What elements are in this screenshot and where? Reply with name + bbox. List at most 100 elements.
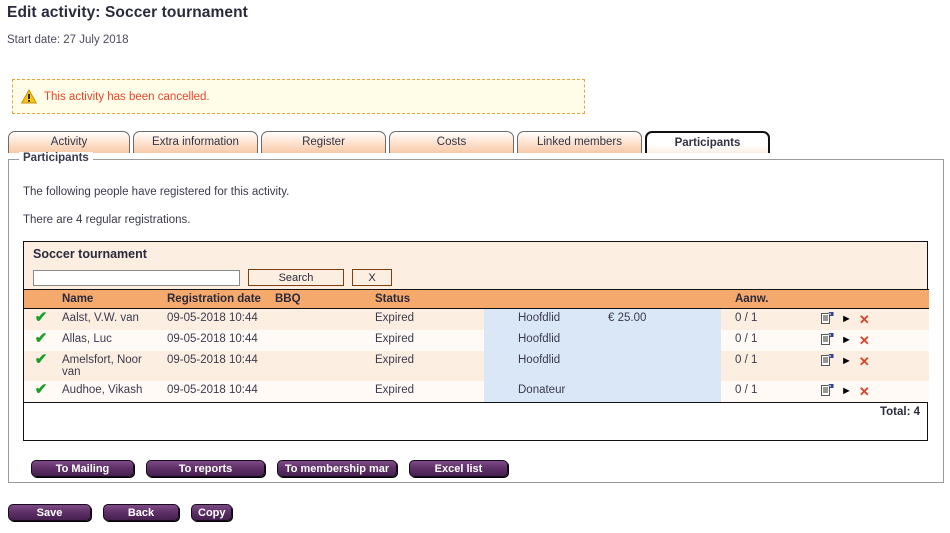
search-row: Search X xyxy=(24,266,927,289)
save-button[interactable]: Save xyxy=(8,504,91,521)
table-row[interactable]: ✔ Audhoe, Vikash 09-05-2018 10:44 Expire… xyxy=(24,381,929,402)
tab-activity[interactable]: Activity xyxy=(8,131,130,153)
check-icon: ✔ xyxy=(34,309,48,326)
page-button-bar: Save Back Copy xyxy=(8,504,244,521)
tab-linked-members[interactable]: Linked members xyxy=(517,131,642,153)
table-row[interactable]: ✔ Allas, Luc 09-05-2018 10:44 Expired Ho… xyxy=(24,330,929,351)
page-title: Edit activity: Soccer tournament xyxy=(7,4,248,21)
cell-actions: ► ✕ xyxy=(811,351,929,381)
total-row: Total: 4 xyxy=(24,402,927,421)
play-icon[interactable]: ► xyxy=(841,314,852,325)
cell-status: Expired xyxy=(371,330,484,351)
play-icon[interactable]: ► xyxy=(841,386,852,397)
cell-actions: ► ✕ xyxy=(811,308,929,330)
to-mailing-button[interactable]: To Mailing xyxy=(31,460,134,477)
search-input[interactable] xyxy=(33,269,240,286)
to-membership-management-button[interactable]: To membership mar xyxy=(277,460,397,477)
cell-aanw: 0 / 1 xyxy=(721,308,811,330)
cell-amount xyxy=(604,381,721,402)
tab-register[interactable]: Register xyxy=(261,131,386,153)
check-icon: ✔ xyxy=(34,381,48,398)
row-check-cell: ✔ xyxy=(24,381,58,402)
cell-amount: € 25.00 xyxy=(604,308,721,330)
row-check-cell: ✔ xyxy=(24,330,58,351)
column-header-check xyxy=(24,289,58,309)
warning-triangle-icon xyxy=(20,88,38,104)
cell-actions: ► ✕ xyxy=(811,330,929,351)
cell-bbq xyxy=(271,308,371,330)
panel-button-bar: To Mailing To reports To membership mar … xyxy=(31,460,520,477)
cell-registration-date: 09-05-2018 10:44 xyxy=(163,330,271,351)
cell-aanw: 0 / 1 xyxy=(721,351,811,381)
cell-aanw: 0 / 1 xyxy=(721,381,811,402)
cell-bbq xyxy=(271,381,371,402)
properties-icon[interactable] xyxy=(821,384,834,399)
cell-registration-date: 09-05-2018 10:44 xyxy=(163,308,271,330)
delete-icon[interactable]: ✕ xyxy=(859,385,870,398)
cell-type: Hoofdlid xyxy=(484,351,604,381)
cell-actions: ► ✕ xyxy=(811,381,929,402)
cell-name: Audhoe, Vikash xyxy=(58,381,163,402)
delete-icon[interactable]: ✕ xyxy=(859,313,870,326)
table-row[interactable]: ✔ Amelsfort, Noor van 09-05-2018 10:44 E… xyxy=(24,351,929,381)
cell-bbq xyxy=(271,351,371,381)
properties-icon[interactable] xyxy=(821,354,834,369)
fieldset-legend: Participants xyxy=(19,152,93,164)
play-icon[interactable]: ► xyxy=(841,356,852,367)
participants-panel: Soccer tournament Search X Name Registra… xyxy=(23,241,929,441)
cell-registration-date: 09-05-2018 10:44 xyxy=(163,381,271,402)
column-header-actions xyxy=(811,289,929,309)
panel-title: Soccer tournament xyxy=(24,242,927,266)
check-icon: ✔ xyxy=(34,351,48,368)
properties-icon[interactable] xyxy=(821,333,834,348)
column-header-registration-date[interactable]: Registration date xyxy=(163,289,271,309)
column-header-bbq[interactable]: BBQ xyxy=(271,289,371,309)
page-root: Edit activity: Soccer tournament Start d… xyxy=(0,0,950,533)
row-check-cell: ✔ xyxy=(24,351,58,381)
column-header-type xyxy=(484,289,604,309)
row-check-cell: ✔ xyxy=(24,308,58,330)
column-header-name[interactable]: Name xyxy=(58,289,163,309)
table-header-row: Name Registration date BBQ Status Aanw. xyxy=(24,289,929,309)
cell-amount xyxy=(604,351,721,381)
properties-icon[interactable] xyxy=(821,312,834,327)
tab-costs[interactable]: Costs xyxy=(389,131,514,153)
cell-registration-date: 09-05-2018 10:44 xyxy=(163,351,271,381)
tab-participants[interactable]: Participants xyxy=(645,131,770,153)
cell-type: Hoofdlid xyxy=(484,308,604,330)
delete-icon[interactable]: ✕ xyxy=(859,334,870,347)
cell-status: Expired xyxy=(371,351,484,381)
copy-button[interactable]: Copy xyxy=(191,504,232,521)
cell-type: Hoofdlid xyxy=(484,330,604,351)
warning-text: This activity has been cancelled. xyxy=(44,90,210,103)
tab-bar: Activity Extra information Register Cost… xyxy=(8,131,773,153)
tab-extra-information[interactable]: Extra information xyxy=(133,131,258,153)
column-header-amount xyxy=(604,289,721,309)
clear-search-button[interactable]: X xyxy=(352,269,392,286)
cell-type: Donateur xyxy=(484,381,604,402)
cell-status: Expired xyxy=(371,308,484,330)
cell-status: Expired xyxy=(371,381,484,402)
table-body: ✔ Aalst, V.W. van 09-05-2018 10:44 Expir… xyxy=(24,308,929,402)
participants-table: Name Registration date BBQ Status Aanw. … xyxy=(24,289,929,402)
play-icon[interactable]: ► xyxy=(841,335,852,346)
excel-list-button[interactable]: Excel list xyxy=(409,460,508,477)
delete-icon[interactable]: ✕ xyxy=(859,355,870,368)
cell-bbq xyxy=(271,330,371,351)
check-icon: ✔ xyxy=(34,330,48,347)
column-header-status[interactable]: Status xyxy=(371,289,484,309)
search-button[interactable]: Search xyxy=(248,269,344,286)
start-date-label: Start date: 27 July 2018 xyxy=(7,34,129,46)
cell-name: Aalst, V.W. van xyxy=(58,308,163,330)
to-reports-button[interactable]: To reports xyxy=(146,460,265,477)
cell-name: Amelsfort, Noor van xyxy=(58,351,163,381)
back-button[interactable]: Back xyxy=(103,504,179,521)
column-header-aanw[interactable]: Aanw. xyxy=(721,289,811,309)
table-row[interactable]: ✔ Aalst, V.W. van 09-05-2018 10:44 Expir… xyxy=(24,308,929,330)
intro-text-2: There are 4 regular registrations. xyxy=(23,214,191,226)
cancelled-warning-banner: This activity has been cancelled. xyxy=(12,79,585,114)
cell-name: Allas, Luc xyxy=(58,330,163,351)
participants-fieldset: Participants The following people have r… xyxy=(8,152,944,483)
cell-aanw: 0 / 1 xyxy=(721,330,811,351)
intro-text-1: The following people have registered for… xyxy=(23,186,290,198)
